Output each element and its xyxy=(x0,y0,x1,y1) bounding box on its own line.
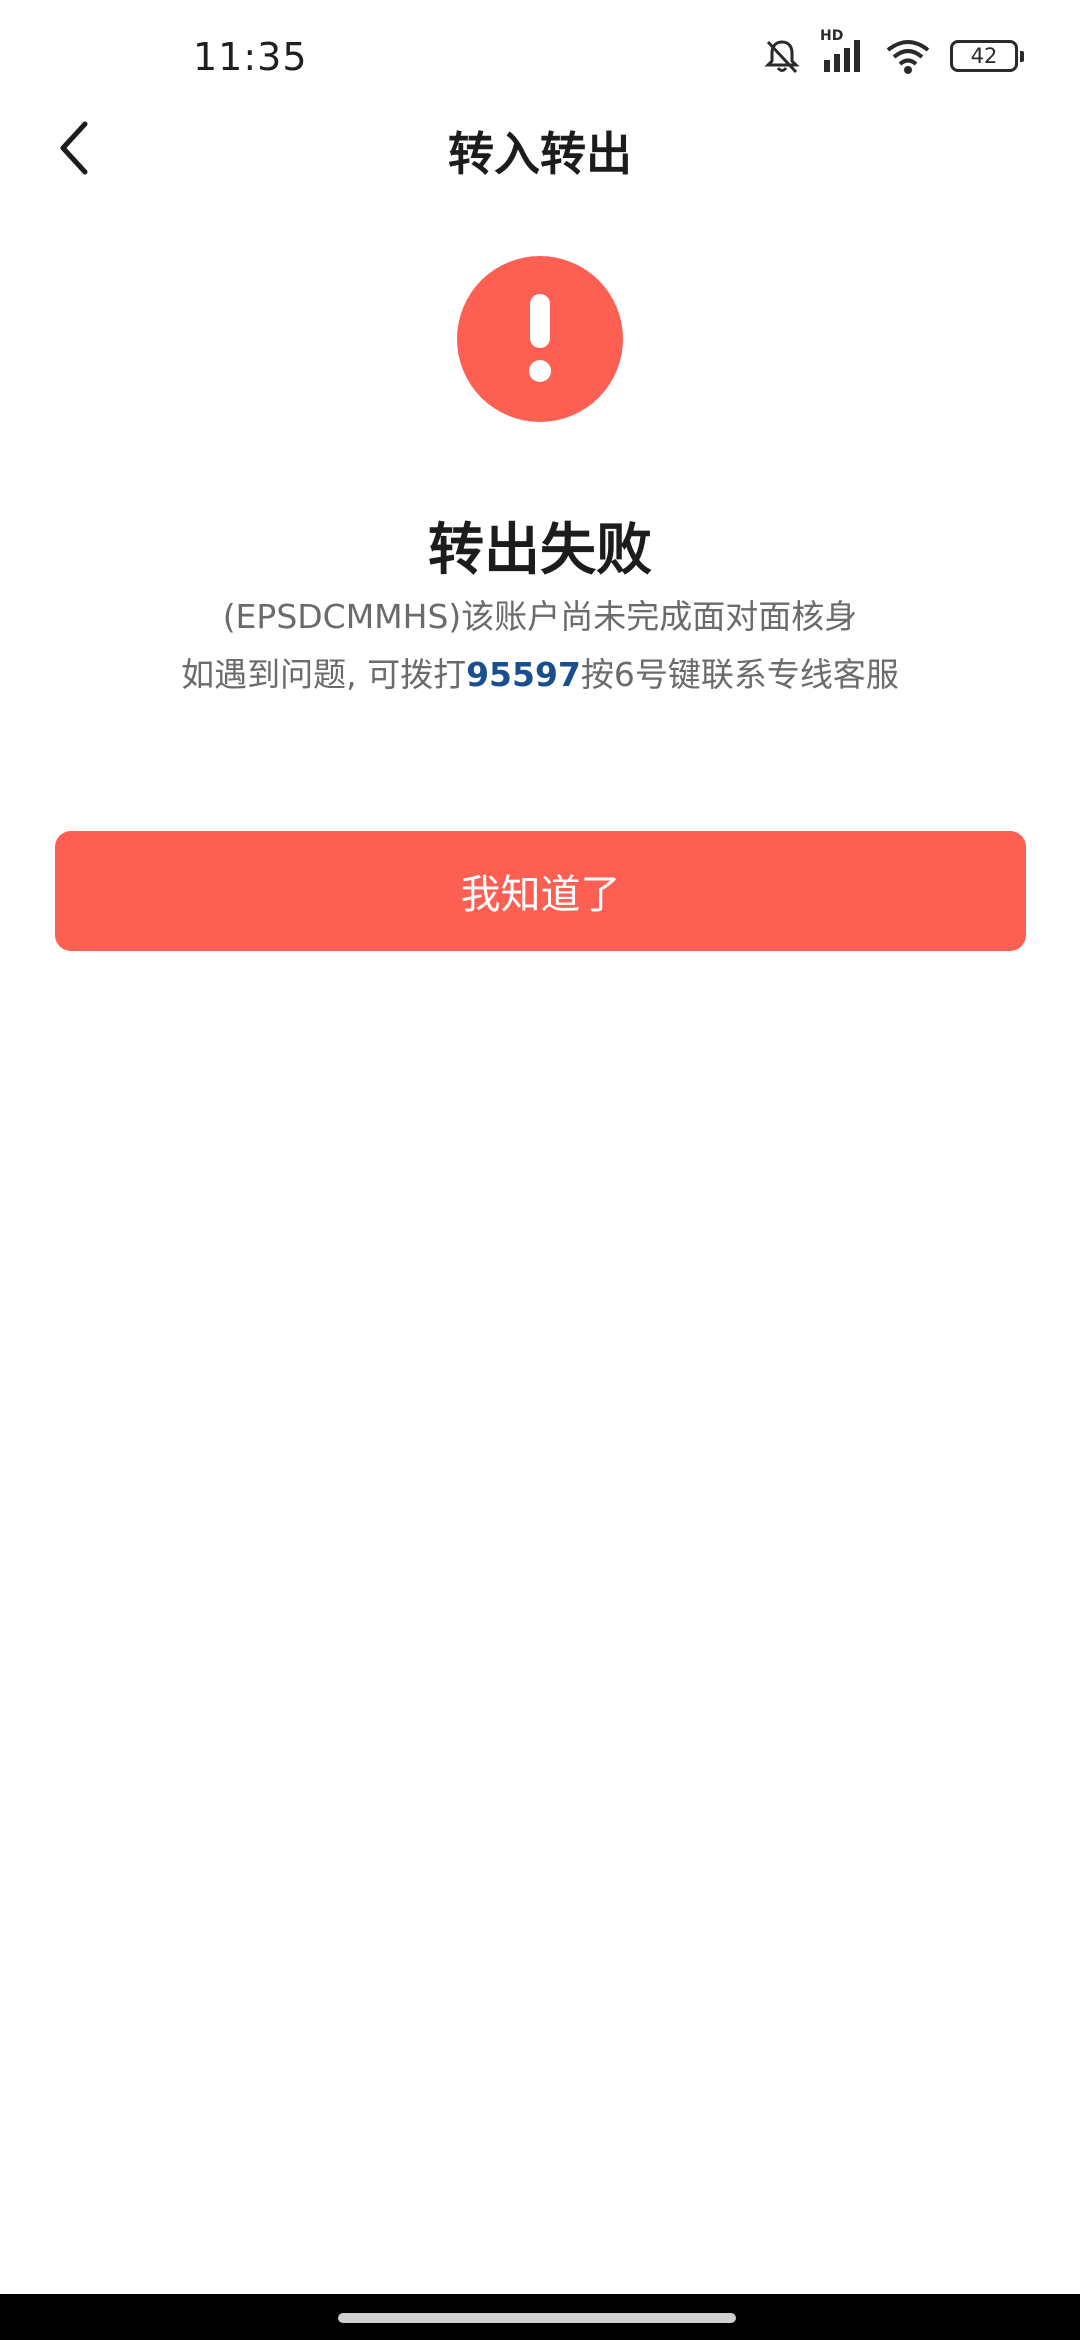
page-title: 转入转出 xyxy=(448,127,632,181)
hotline-link[interactable]: 95597 xyxy=(466,655,581,694)
home-indicator[interactable] xyxy=(338,2313,736,2323)
bell-muted-icon xyxy=(762,36,802,76)
help-message-suffix: 按6号键联系专线客服 xyxy=(580,655,899,694)
network-type-label: HD xyxy=(820,28,844,44)
transfer-result-screen: 11:35 HD 42 转入转出 转出失败 (EPSDCMMHS)该账户尚未完成… xyxy=(0,0,1080,2340)
battery-icon: 42 xyxy=(950,40,1024,72)
result-message: (EPSDCMMHS)该账户尚未完成面对面核身 xyxy=(222,597,858,636)
result-title: 转出失败 xyxy=(428,518,652,583)
status-bar: 11:35 HD 42 xyxy=(0,0,1080,115)
confirm-button[interactable]: 我知道了 xyxy=(55,831,1026,951)
wifi-icon xyxy=(884,36,932,76)
help-message: 如遇到问题, 可拨打95597按6号键联系专线客服 xyxy=(0,648,1080,696)
help-message-prefix: 如遇到问题, 可拨打 xyxy=(181,655,467,694)
status-icons: HD 42 xyxy=(762,28,1024,76)
navigation-bar: 转入转出 xyxy=(0,110,1080,190)
gesture-bar xyxy=(0,2294,1080,2340)
status-time: 11:35 xyxy=(193,35,308,79)
exclamation-circle-icon xyxy=(457,256,623,422)
battery-level: 42 xyxy=(970,44,998,68)
signal-icon: HD xyxy=(820,28,866,76)
